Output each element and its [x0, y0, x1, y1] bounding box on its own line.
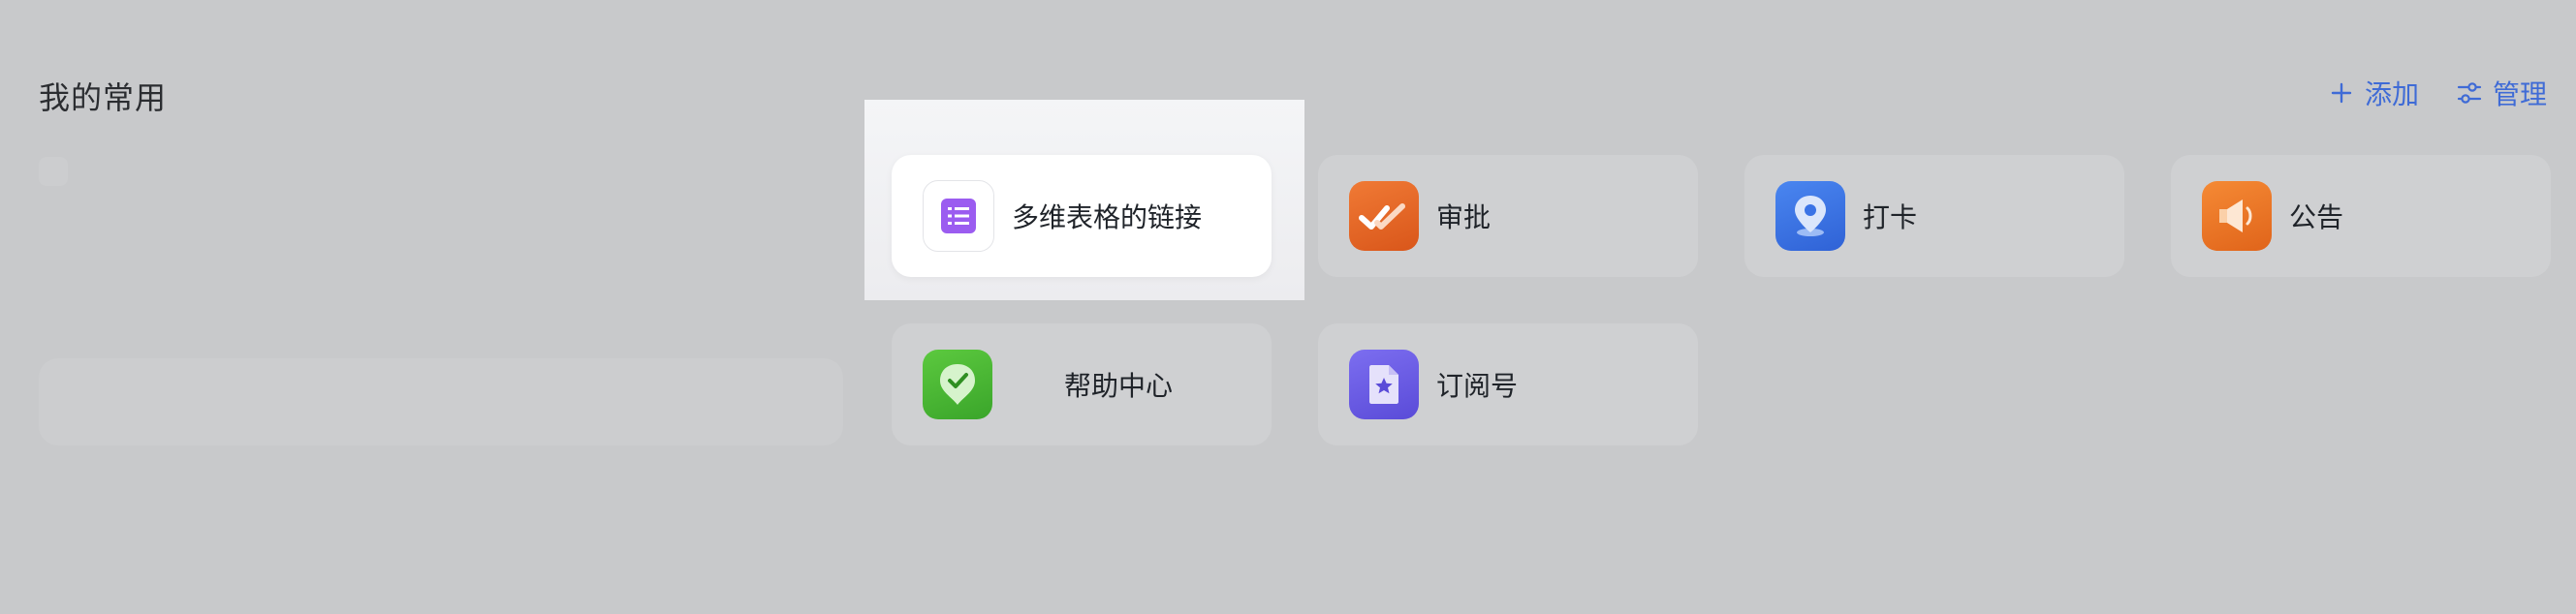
- app-label: 订阅号: [1436, 370, 1519, 402]
- placeholder-ghost: [39, 358, 843, 445]
- subscription-icon: [1349, 350, 1419, 419]
- announcement-icon: [2202, 181, 2272, 251]
- add-button-label: 添加: [2364, 78, 2419, 110]
- app-card-approval[interactable]: 审批: [1318, 155, 1698, 277]
- sliders-icon: [2456, 79, 2483, 107]
- app-card-help-center[interactable]: 帮助中心: [892, 323, 1272, 445]
- help-center-icon: [923, 350, 992, 419]
- plus-icon: [2328, 79, 2355, 107]
- manage-button-label: 管理: [2492, 78, 2547, 110]
- approval-icon: [1349, 181, 1419, 251]
- bitable-icon: [923, 180, 994, 252]
- attendance-icon: [1775, 181, 1845, 251]
- add-button[interactable]: 添加: [2328, 74, 2419, 112]
- app-label: 公告: [2289, 201, 2344, 233]
- header-actions: 添加 管理: [2328, 74, 2547, 112]
- manage-button[interactable]: 管理: [2456, 74, 2547, 112]
- app-label: 多维表格的链接: [1012, 201, 1203, 233]
- placeholder-ghost: [39, 157, 68, 186]
- app-card-attendance[interactable]: 打卡: [1744, 155, 2124, 277]
- app-card-subscription[interactable]: 订阅号: [1318, 323, 1698, 445]
- app-card-bitable-link[interactable]: 多维表格的链接: [892, 155, 1272, 277]
- app-label: 审批: [1436, 201, 1492, 233]
- app-label: 打卡: [1863, 201, 1918, 233]
- app-card-announcement[interactable]: 公告: [2171, 155, 2551, 277]
- section-title: 我的常用: [39, 79, 168, 116]
- app-label: 帮助中心: [1064, 370, 1174, 402]
